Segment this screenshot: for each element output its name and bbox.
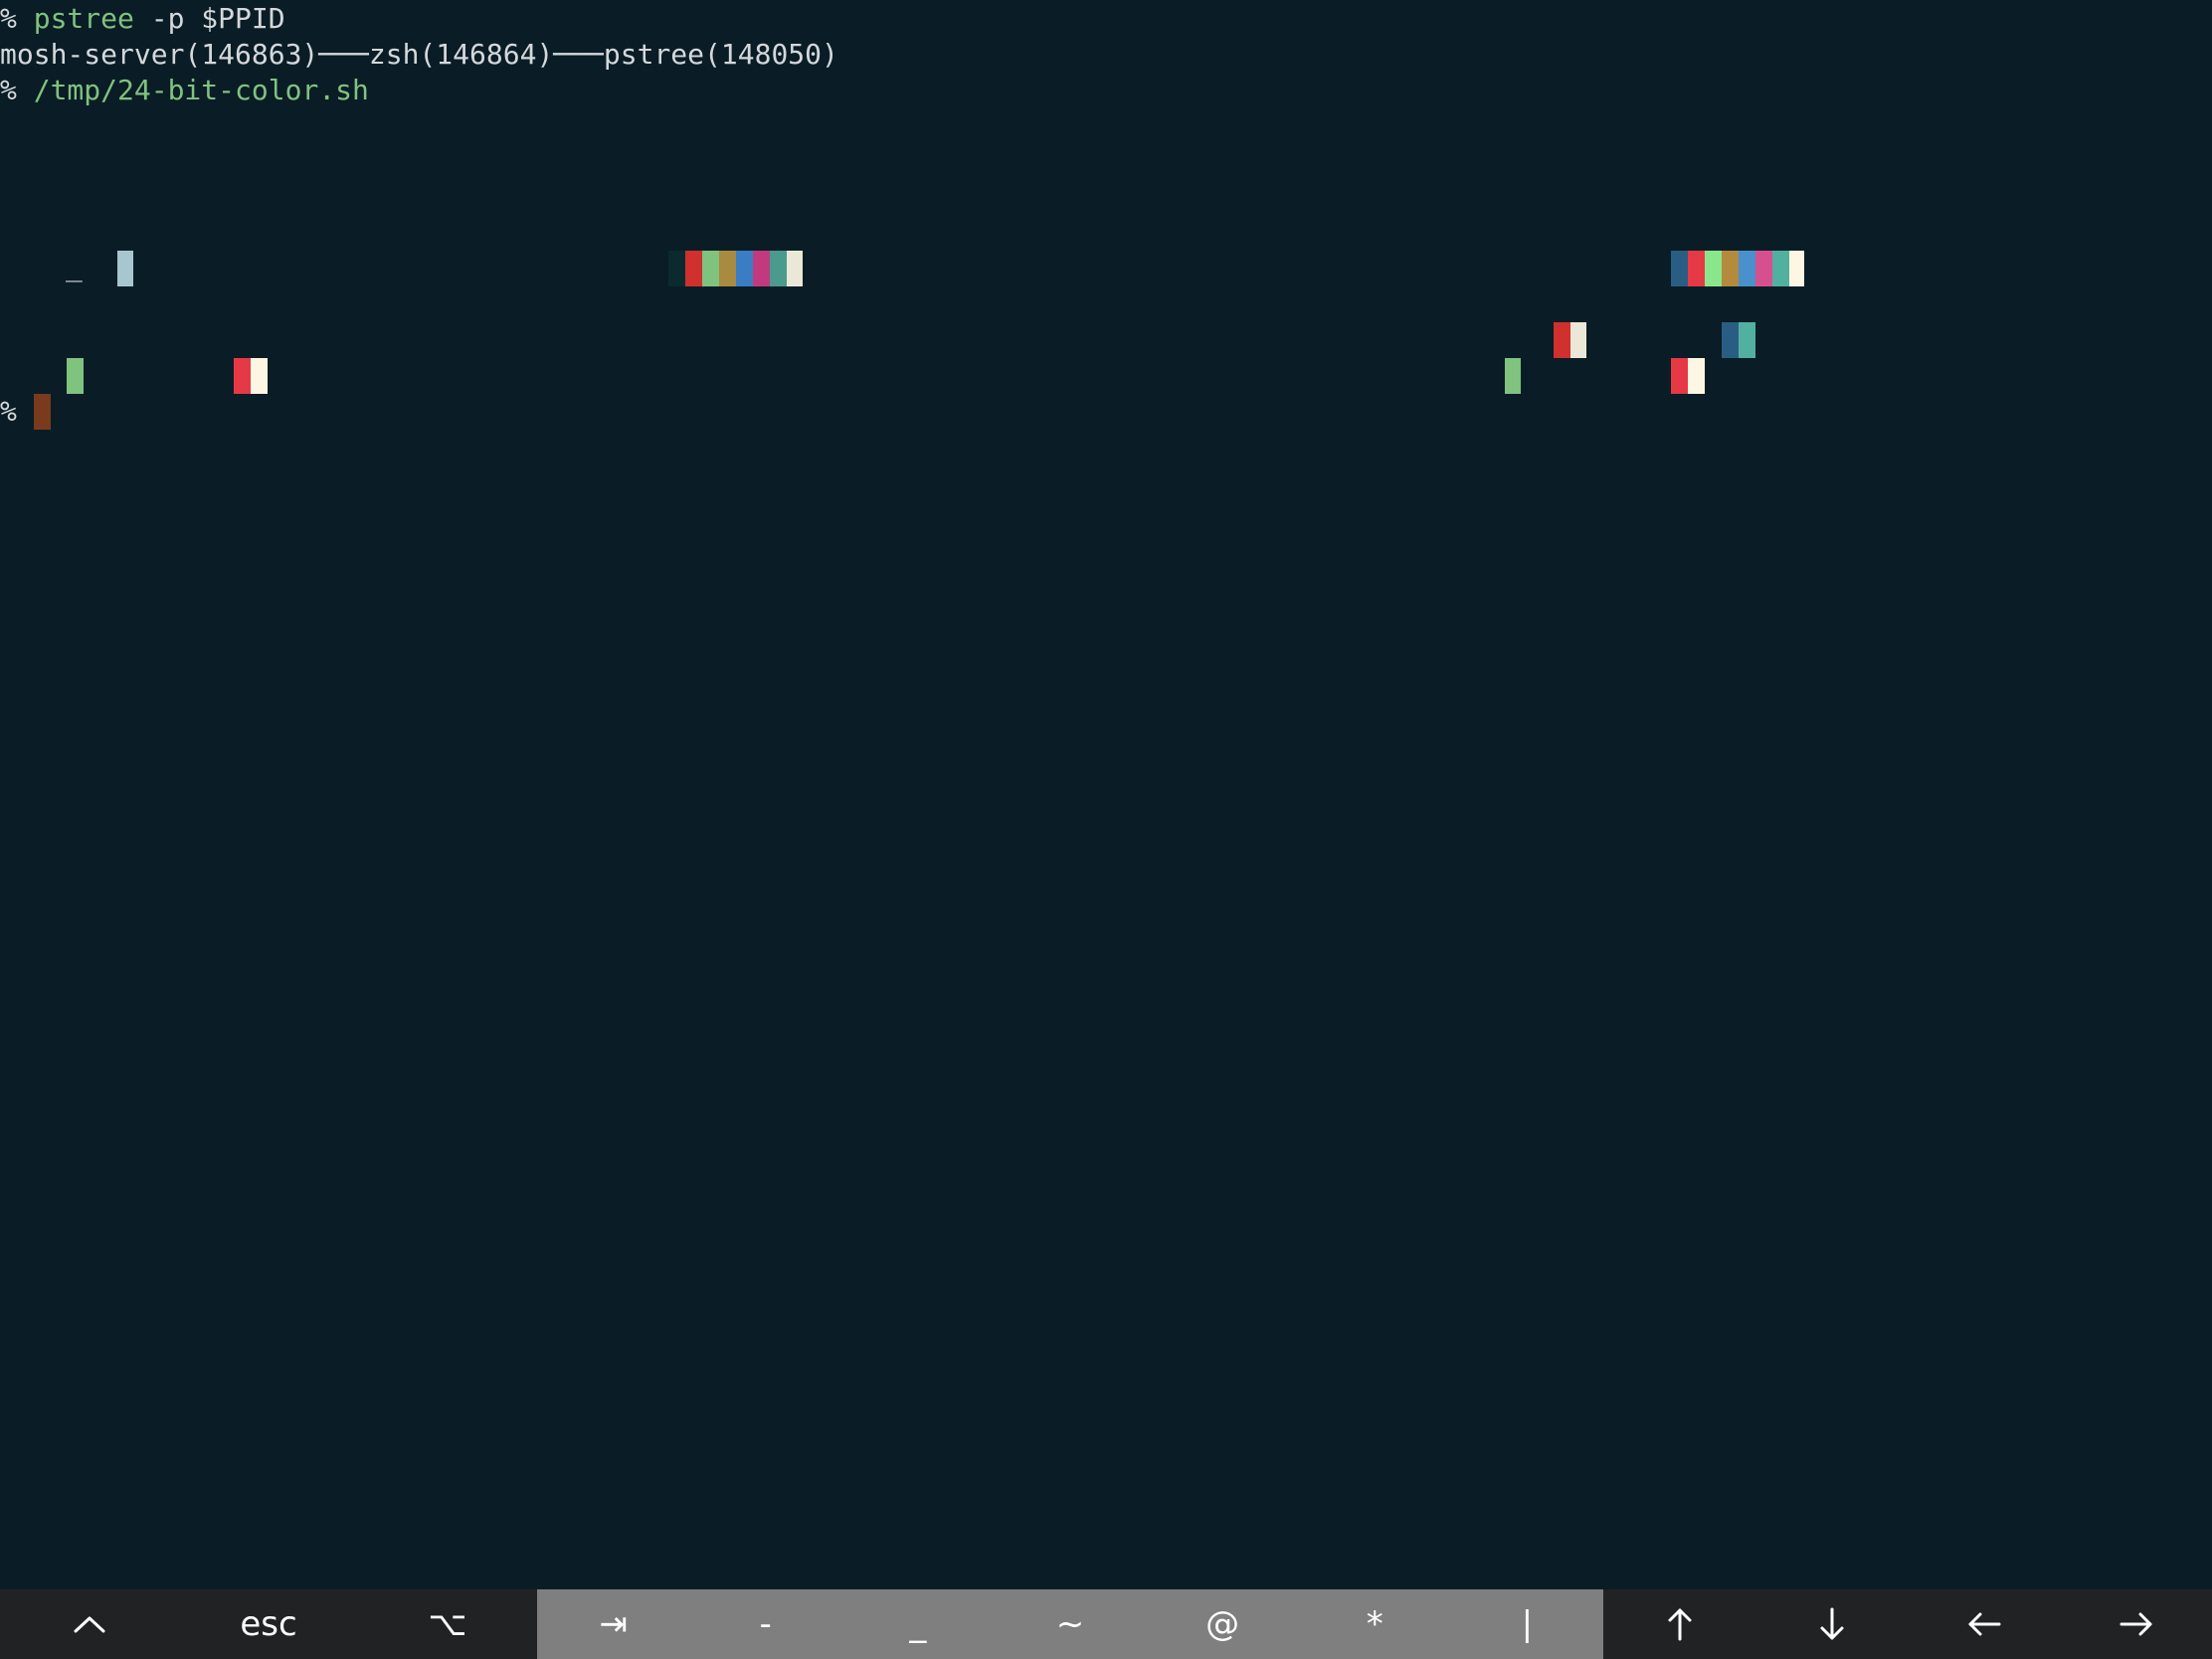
color-swatch — [1755, 251, 1772, 286]
terminal-line-1: % pstree -p $PPID — [0, 1, 285, 37]
color-swatch — [1739, 251, 1755, 286]
color-swatch — [719, 251, 736, 286]
pipe-key[interactable]: | — [1451, 1589, 1603, 1659]
color-swatch — [1688, 251, 1705, 286]
command-name: pstree — [33, 2, 134, 35]
color-swatch — [1722, 322, 1739, 358]
tilde-key[interactable]: ~ — [994, 1589, 1146, 1659]
arrow-up-icon — [1666, 1607, 1694, 1641]
color-swatch — [1671, 358, 1688, 394]
modifier-keys: esc ⌥ — [0, 1589, 537, 1659]
arrow-down-icon — [1818, 1607, 1846, 1641]
color-swatch — [702, 251, 719, 286]
color-swatch — [234, 358, 251, 394]
command-args: -p $PPID — [133, 2, 285, 35]
symbol-keys: ⇥ - _ ~ @ * | — [537, 1589, 1603, 1659]
terminal-line-3: % /tmp/24-bit-color.sh — [0, 73, 369, 108]
arrow-keys — [1603, 1589, 2212, 1659]
option-key[interactable]: ⌥ — [358, 1589, 537, 1659]
color-swatch — [668, 251, 685, 286]
color-swatch — [1554, 322, 1570, 358]
prompt: % — [0, 2, 34, 35]
arrow-down-key[interactable] — [1755, 1589, 1908, 1659]
asterisk-key[interactable]: * — [1299, 1589, 1451, 1659]
color-swatch — [1722, 251, 1739, 286]
prompt: % — [0, 74, 34, 106]
color-swatch — [1789, 251, 1804, 286]
color-swatch — [117, 251, 133, 286]
terminal-output-line: mosh-server(146863)───zsh(146864)───pstr… — [0, 38, 838, 71]
arrow-left-icon — [1967, 1610, 2001, 1638]
tab-icon: ⇥ — [599, 1604, 628, 1644]
esc-key[interactable]: esc — [179, 1589, 358, 1659]
ctrl-caret-icon — [73, 1614, 106, 1634]
output-underscore: _ — [66, 250, 83, 282]
underscore-key[interactable]: _ — [841, 1589, 994, 1659]
color-swatch — [1772, 251, 1789, 286]
color-swatch — [1688, 358, 1705, 394]
color-swatch — [1705, 251, 1722, 286]
prompt: % — [0, 395, 17, 428]
tab-key[interactable]: ⇥ — [537, 1589, 689, 1659]
color-swatch — [753, 251, 770, 286]
arrow-right-icon — [2120, 1610, 2153, 1638]
color-swatch — [787, 251, 803, 286]
color-swatch — [770, 251, 787, 286]
color-swatch — [736, 251, 753, 286]
arrow-right-key[interactable] — [2060, 1589, 2212, 1659]
color-swatch — [251, 358, 268, 394]
at-key[interactable]: @ — [1147, 1589, 1299, 1659]
color-swatch — [67, 358, 84, 394]
ctrl-key[interactable] — [0, 1589, 179, 1659]
color-swatch — [1570, 322, 1586, 358]
keyboard-accessory-bar: esc ⌥ ⇥ - _ ~ @ * | — [0, 1589, 2212, 1659]
color-swatch — [1671, 251, 1688, 286]
color-swatch — [1739, 322, 1755, 358]
command-name: /tmp/24-bit-color.sh — [33, 74, 369, 106]
dash-key[interactable]: - — [689, 1589, 841, 1659]
terminal-screen[interactable]: % pstree -p $PPID mosh-server(146863)───… — [0, 0, 2212, 1589]
option-icon: ⌥ — [428, 1604, 467, 1644]
arrow-left-key[interactable] — [1908, 1589, 2060, 1659]
color-swatch — [685, 251, 702, 286]
arrow-up-key[interactable] — [1603, 1589, 1755, 1659]
terminal-cursor — [34, 394, 51, 430]
color-swatch — [1505, 358, 1521, 394]
